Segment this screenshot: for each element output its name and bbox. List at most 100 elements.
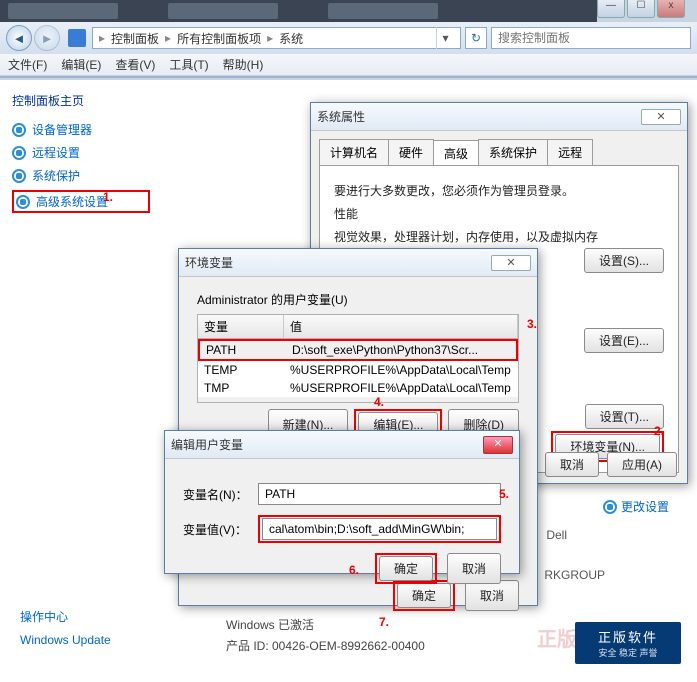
close-icon[interactable]: ✕ (483, 436, 513, 454)
taskbar-tab[interactable] (328, 3, 438, 19)
annotation-6: 6. (349, 563, 359, 577)
cancel-button[interactable]: 取消 (447, 553, 501, 584)
close-icon[interactable]: ✕ (491, 255, 531, 271)
breadcrumb-sep: ▸ (99, 31, 105, 45)
action-center-link[interactable]: 操作中心 (20, 606, 111, 629)
sidebar-item-label: 设备管理器 (32, 121, 92, 138)
shield-icon (12, 146, 26, 160)
col-variable[interactable]: 变量 (198, 315, 284, 338)
sidebar-title: 控制面板主页 (12, 92, 150, 109)
menu-file[interactable]: 文件(F) (8, 56, 47, 73)
change-settings-link[interactable]: 更改设置 (603, 498, 669, 515)
annotation-1: 1. (103, 190, 113, 204)
badge-title: 正版软件 (598, 627, 658, 646)
settings-t-button[interactable]: 设置(T)... (585, 404, 664, 429)
taskbar-tab[interactable] (168, 3, 278, 19)
tab-protection[interactable]: 系统保护 (478, 139, 548, 165)
menu-tools[interactable]: 工具(T) (169, 56, 208, 73)
breadcrumb-seg[interactable]: 所有控制面板项 (177, 30, 261, 47)
workgroup-text: RKGROUP (544, 568, 605, 582)
tab-advanced[interactable]: 高级 (433, 140, 479, 166)
nav-back-button[interactable]: ◄ (6, 25, 32, 51)
sidebar-item-device-manager[interactable]: 设备管理器 (12, 121, 150, 138)
edit-user-var-dialog: 编辑用户变量 ✕ 变量名(N)： 变量值(V)： 5. 确定 取消 6. (164, 430, 520, 574)
main-area: 控制面板主页 设备管理器 远程设置 系统保护 高级系统设置 1. @ 2.50G… (0, 80, 697, 682)
menu-view[interactable]: 查看(V) (115, 56, 155, 73)
shield-icon (12, 169, 26, 183)
list-header: 变量 值 (197, 314, 519, 339)
breadcrumb-sep: ▸ (267, 31, 273, 45)
windows-update-link[interactable]: Windows Update (20, 629, 111, 652)
perf-heading: 性能 (334, 205, 664, 222)
shield-icon (16, 195, 30, 209)
badge-subtitle: 安全 稳定 声誉 (598, 646, 657, 659)
dialog-titlebar[interactable]: 环境变量 ✕ (179, 249, 537, 277)
breadcrumb[interactable]: ▸ 控制面板 ▸ 所有控制面板项 ▸ 系统 ▾ (92, 27, 461, 49)
nav-fwd-button[interactable]: ► (34, 25, 60, 51)
breadcrumb-dropdown[interactable]: ▾ (436, 27, 454, 49)
tab-remote[interactable]: 远程 (547, 139, 593, 165)
taskbar-tab[interactable] (8, 3, 118, 19)
settings-s-button[interactable]: 设置(S)... (584, 248, 664, 273)
dialog-titlebar[interactable]: 编辑用户变量 ✕ (165, 431, 519, 459)
settings-e-button[interactable]: 设置(E)... (584, 328, 664, 353)
close-icon[interactable]: ✕ (641, 109, 681, 125)
sidebar-item-protection[interactable]: 系统保护 (12, 167, 150, 184)
menu-bar: 文件(F) 编辑(E) 查看(V) 工具(T) 帮助(H) (0, 54, 697, 76)
list-row[interactable]: TEMP%USERPROFILE%\AppData\Local\Temp (198, 361, 518, 379)
see-also-links: 操作中心 Windows Update (20, 606, 111, 652)
sidebar-item-label: 远程设置 (32, 144, 80, 161)
shield-icon (603, 500, 617, 514)
var-name-input[interactable] (258, 483, 501, 505)
taskbar-strip (0, 0, 597, 22)
divider (0, 76, 697, 78)
sidebar-item-label: 高级系统设置 (36, 193, 108, 210)
list-row-path[interactable]: PATHD:\soft_exe\Python\Python37\Scr... (198, 339, 518, 361)
sidebar-item-remote[interactable]: 远程设置 (12, 144, 150, 161)
shield-icon (12, 123, 26, 137)
manufacturer-text: Dell (546, 528, 567, 542)
annotation-2: 2. (654, 424, 664, 438)
activation-info: Windows 已激活 产品 ID: 00426-OEM-8992662-004… (226, 615, 425, 658)
breadcrumb-seg[interactable]: 控制面板 (111, 30, 159, 47)
genuine-badge: 正版软件 安全 稳定 声誉 (575, 622, 681, 664)
dialog-titlebar[interactable]: 系统属性 ✕ (311, 103, 687, 131)
annotation-5: 5. (499, 487, 509, 501)
annotation-3: 3. (527, 317, 537, 331)
computer-icon (68, 29, 86, 47)
tab-strip: 计算机名 硬件 高级 系统保护 远程 (319, 139, 679, 165)
cancel-button[interactable]: 取消 (545, 452, 599, 477)
sidebar-item-label: 系统保护 (32, 167, 80, 184)
var-name-label: 变量名(N)： (183, 486, 258, 503)
ok-button[interactable]: 确定 (379, 556, 433, 581)
menu-help[interactable]: 帮助(H) (223, 56, 264, 73)
user-vars-list[interactable]: PATHD:\soft_exe\Python\Python37\Scr... T… (197, 339, 519, 403)
breadcrumb-sep: ▸ (165, 31, 171, 45)
admin-warn-text: 要进行大多数更改，您必须作为管理员登录。 (334, 182, 664, 199)
dialog-title: 系统属性 (317, 108, 365, 125)
activation-status: Windows 已激活 (226, 615, 425, 637)
window-close-button[interactable]: x (657, 0, 685, 18)
sidebar: 控制面板主页 设备管理器 远程设置 系统保护 高级系统设置 1. (0, 80, 150, 682)
dialog-title: 编辑用户变量 (171, 436, 243, 453)
user-vars-label: Administrator 的用户变量(U) (197, 291, 519, 308)
product-id: 产品 ID: 00426-OEM-8992662-00400 (226, 636, 425, 658)
apply-button[interactable]: 应用(A) (607, 452, 677, 477)
content-area: @ 2.50GHz 2.50 更改设置 Dell RKGROUP 系统属性 ✕ … (150, 80, 697, 682)
dialog-title: 环境变量 (185, 254, 233, 271)
col-value[interactable]: 值 (284, 315, 518, 338)
sidebar-item-advanced[interactable]: 高级系统设置 (12, 190, 150, 213)
refresh-icon[interactable]: ↻ (465, 27, 487, 49)
explorer-navbar: ◄ ► ▸ 控制面板 ▸ 所有控制面板项 ▸ 系统 ▾ ↻ (0, 22, 697, 54)
list-row[interactable]: TMP%USERPROFILE%\AppData\Local\Temp (198, 379, 518, 397)
window-min-button[interactable]: — (597, 0, 625, 18)
annotation-4: 4. (374, 395, 384, 409)
tab-hardware[interactable]: 硬件 (388, 139, 434, 165)
menu-edit[interactable]: 编辑(E) (61, 56, 101, 73)
window-max-button[interactable]: ☐ (627, 0, 655, 18)
search-input[interactable] (491, 27, 691, 49)
breadcrumb-seg[interactable]: 系统 (279, 30, 303, 47)
var-value-input[interactable] (262, 518, 497, 540)
tab-computer-name[interactable]: 计算机名 (319, 139, 389, 165)
var-value-label: 变量值(V)： (183, 521, 258, 538)
